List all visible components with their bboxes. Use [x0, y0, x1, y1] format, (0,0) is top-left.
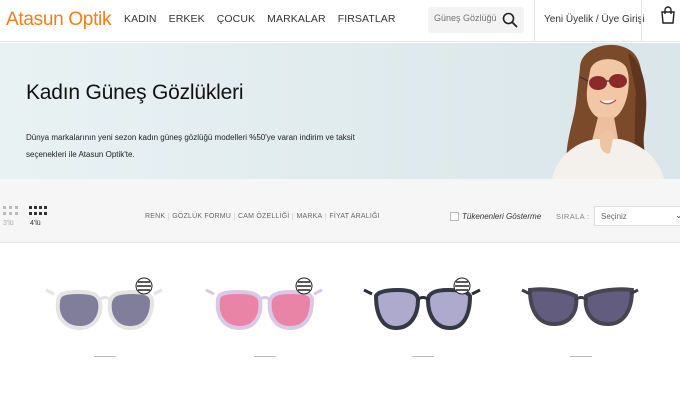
sunglasses-image[interactable]: [358, 270, 488, 350]
header-divider: [641, 0, 642, 42]
nav-item-erkek[interactable]: ERKEK: [169, 13, 205, 25]
filter-menu: RENK GÖZLÜK FORMU CAM ÖZELLİĞİ MARKA FİY…: [142, 213, 383, 220]
sunglasses-image[interactable]: [200, 270, 330, 350]
filter-gozluk-formu[interactable]: GÖZLÜK FORMU: [168, 213, 234, 220]
filter-cam-ozelligi[interactable]: CAM ÖZELLİĞİ: [234, 213, 292, 220]
nav-item-cocuk[interactable]: ÇOCUK: [217, 13, 255, 25]
view-3-label[interactable]: 3'lü: [3, 220, 14, 227]
shopping-bag-icon[interactable]: [660, 6, 676, 24]
zebra-badge-icon: [453, 277, 471, 295]
nav-item-firsatlar[interactable]: FIRSATLAR: [338, 13, 396, 25]
grid-4-icon[interactable]: [29, 206, 47, 218]
search-box: [428, 7, 524, 33]
product-card[interactable]: [40, 270, 170, 380]
search-input[interactable]: [434, 13, 498, 23]
product-divider: [94, 356, 116, 357]
sort-value: Seçiniz: [601, 212, 627, 221]
view-4-label[interactable]: 4'lü: [30, 220, 41, 227]
product-card[interactable]: [200, 270, 330, 380]
chevron-down-icon: ⌄: [675, 210, 680, 220]
filter-fiyat-araligi[interactable]: FİYAT ARALIĞI: [325, 213, 382, 220]
sort-select[interactable]: Seçiniz ⌄: [594, 206, 680, 226]
nav-item-kadin[interactable]: KADIN: [124, 13, 157, 25]
soldout-label[interactable]: Tükenenleri Gösterme: [462, 212, 541, 221]
filter-bar: [0, 179, 680, 243]
sort-label: SIRALA :: [556, 212, 590, 221]
grid-3-icon[interactable]: [3, 206, 19, 218]
model-image: [552, 45, 664, 179]
filter-renk[interactable]: RENK: [142, 213, 168, 220]
logo[interactable]: Atasun Optik: [6, 9, 111, 31]
product-divider: [570, 356, 592, 357]
product-card[interactable]: [516, 270, 646, 380]
main-nav: KADIN ERKEK ÇOCUK MARKALAR FIRSATLAR: [124, 13, 408, 25]
soldout-checkbox[interactable]: [450, 212, 459, 221]
hero-banner: Kadın Güneş Gözlükleri Dünya markalarını…: [0, 43, 680, 179]
site-header: Atasun Optik KADIN ERKEK ÇOCUK MARKALAR …: [0, 0, 680, 42]
sunglasses-image[interactable]: [40, 270, 170, 350]
login-link[interactable]: Yeni Üyelik / Üye Girişi: [544, 14, 645, 25]
nav-item-markalar[interactable]: MARKALAR: [267, 13, 326, 25]
search-icon[interactable]: [502, 12, 518, 28]
product-divider: [254, 356, 276, 357]
sunglasses-image[interactable]: [516, 270, 646, 350]
header-divider: [534, 0, 535, 42]
product-card[interactable]: [358, 270, 488, 380]
banner-description: Dünya markalarının yeni sezon kadın güne…: [26, 133, 355, 159]
zebra-badge-icon: [135, 277, 153, 295]
product-divider: [412, 356, 434, 357]
zebra-badge-icon: [295, 277, 313, 295]
filter-marka[interactable]: MARKA: [292, 213, 325, 220]
page-title: Kadın Güneş Gözlükleri: [26, 81, 244, 104]
